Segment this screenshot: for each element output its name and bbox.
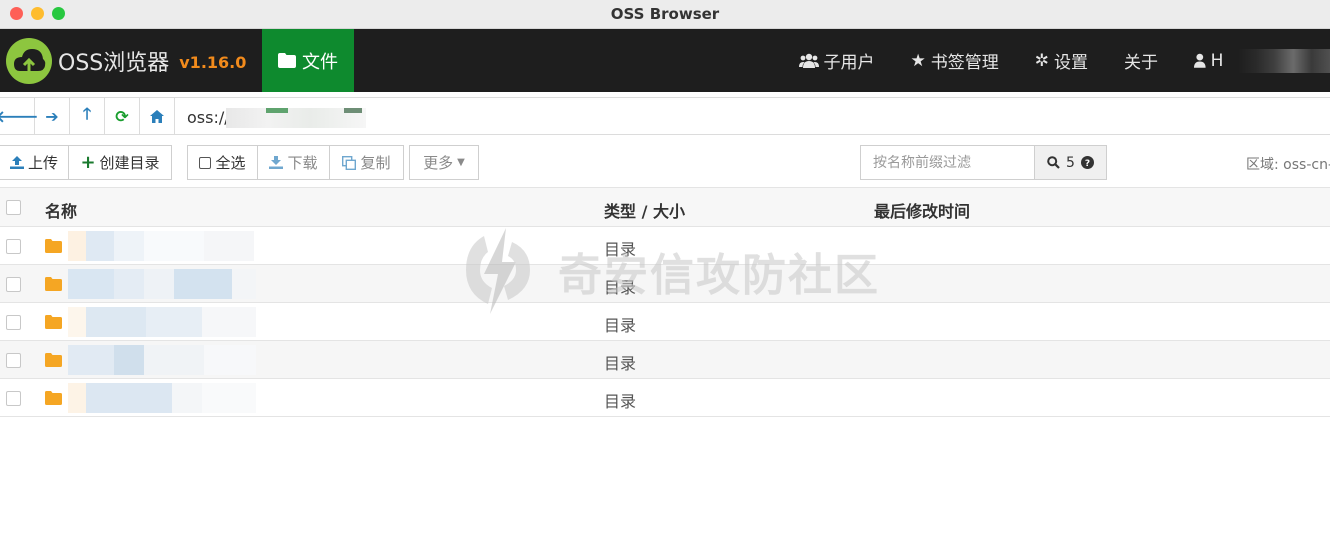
download-button[interactable]: 下载 [257,145,330,180]
minimize-window-button[interactable] [31,7,44,20]
tab-files[interactable]: 文件 [262,29,354,92]
user-icon [1194,53,1206,68]
caret-down-icon: ▼ [457,157,465,168]
up-button[interactable]: 🡑 [70,98,105,134]
user-name-redacted [1238,48,1330,73]
plus-icon: + [80,152,96,173]
app-logo-icon [6,37,52,84]
region-label: 区域: oss-cn-h [1246,157,1330,173]
file-name-redacted [68,383,256,413]
folder-icon [278,53,296,68]
download-icon [269,156,284,169]
folder-icon [45,315,62,329]
copy-icon [342,155,357,170]
folder-icon [45,277,62,291]
filter-input[interactable] [860,145,1035,180]
star-icon: ★ [910,50,926,71]
row-type: 目录 [604,278,637,297]
search-icon [1047,156,1060,169]
column-header-modified[interactable]: 最后修改时间 [874,198,970,222]
header-nav: 子用户 ★ 书签管理 ✲ 设置 关于 H [798,29,1330,92]
toolbar: 上传 + 创建目录 全选 下载 复制 更多 ▼ 5 ? 区域: oss-cn-h [0,145,1330,182]
row-type: 目录 [604,316,637,335]
nav-bookmarks[interactable]: ★ 书签管理 [910,48,999,74]
row-type: 目录 [604,354,637,373]
help-icon: ? [1080,156,1094,169]
upload-label: 上传 [27,154,58,172]
upload-icon [9,156,24,169]
refresh-icon: ⟳ [115,106,129,126]
arrow-left-icon: 🡐 [0,107,39,126]
close-window-button[interactable] [10,7,23,20]
users-icon [798,53,819,68]
back-button[interactable]: 🡐 [0,98,39,134]
table-row[interactable]: 目录 [0,265,1330,303]
download-label: 下载 [287,154,318,172]
copy-button[interactable]: 复制 [329,145,404,180]
create-folder-button[interactable]: + 创建目录 [68,145,172,180]
more-dropdown[interactable]: 更多 ▼ [409,145,479,180]
nav-user[interactable]: H [1194,48,1330,73]
row-checkbox[interactable] [6,277,21,292]
file-name-redacted [68,345,256,375]
select-all-button[interactable]: 全选 [187,145,258,180]
filter-search-button[interactable]: 5 ? [1034,145,1107,180]
folder-icon [45,353,62,367]
file-name-redacted [68,231,254,261]
home-icon [150,109,164,123]
table-row[interactable]: 目录 [0,379,1330,417]
svg-text:?: ? [1085,159,1090,169]
more-label: 更多 [423,154,454,172]
address-path-redacted [226,108,366,128]
select-all-checkbox[interactable] [6,200,21,215]
file-name-redacted [68,269,256,299]
table-row[interactable]: 目录 [0,341,1330,379]
address-bar: 🡐 ➔ 🡑 ⟳ [0,97,1330,136]
app-name: OSS浏览器 [58,50,170,76]
upload-button[interactable]: 上传 [0,145,69,180]
copy-label: 复制 [360,154,391,172]
filter-count: 5 [1066,154,1075,171]
folder-icon [45,391,62,405]
row-type: 目录 [604,392,637,411]
nav-settings[interactable]: ✲ 设置 [1034,48,1088,74]
nav-about[interactable]: 关于 [1124,48,1158,73]
checkbox-icon [199,156,212,169]
row-checkbox[interactable] [6,353,21,368]
refresh-button[interactable]: ⟳ [105,98,140,134]
arrow-up-icon: 🡑 [82,103,92,123]
select-all-label: 全选 [215,154,246,172]
row-type: 目录 [604,240,637,259]
nav-about-label: 关于 [1124,53,1158,73]
gear-icon: ✲ [1034,50,1049,71]
nav-bookmarks-label: 书签管理 [930,53,999,73]
app-header: OSS浏览器 v1.16.0 文件 子用户 ★ 书签管理 ✲ 设置 关于 H [0,29,1330,92]
row-checkbox[interactable] [6,239,21,254]
nav-settings-label: 设置 [1054,53,1088,73]
row-checkbox[interactable] [6,315,21,330]
table-header: 名称 类型 / 大小 最后修改时间 [0,187,1330,227]
window-title: OSS Browser [610,5,720,23]
folder-icon [45,239,62,253]
row-checkbox[interactable] [6,391,21,406]
table-row[interactable]: 目录 [0,227,1330,265]
home-button[interactable] [140,98,175,134]
app-version: v1.16.0 [179,53,247,72]
arrow-right-icon: ➔ [45,106,59,126]
tab-files-label: 文件 [302,51,338,73]
file-name-redacted [68,307,256,337]
nav-subuser-label: 子用户 [823,53,875,73]
create-folder-label: 创建目录 [99,154,160,172]
table-row[interactable]: 目录 [0,303,1330,341]
window-titlebar: OSS Browser [0,0,1330,29]
maximize-window-button[interactable] [52,7,65,20]
nav-user-label: H [1210,50,1224,71]
file-table: 名称 类型 / 大小 最后修改时间 目录 目录 目录 目录 目录 [0,187,1330,417]
nav-subuser[interactable]: 子用户 [798,48,875,73]
window-controls [10,7,65,20]
column-header-name[interactable]: 名称 [45,198,77,222]
column-header-type[interactable]: 类型 / 大小 [604,198,685,222]
forward-button[interactable]: ➔ [35,98,70,134]
